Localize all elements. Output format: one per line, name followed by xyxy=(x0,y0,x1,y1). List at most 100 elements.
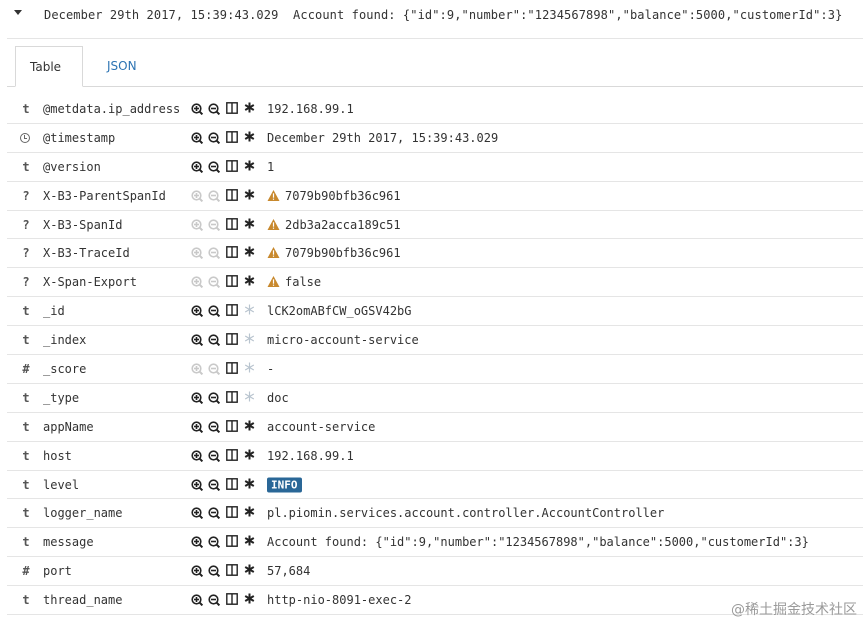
field-type-icon: # xyxy=(22,564,30,579)
toggle-column-icon[interactable] xyxy=(226,304,240,318)
filter-out-value-icon[interactable] xyxy=(207,102,221,116)
toggle-column-icon[interactable] xyxy=(226,593,240,607)
filter-for-value-icon[interactable] xyxy=(190,391,204,405)
toggle-column-icon[interactable] xyxy=(226,362,240,376)
toggle-column-icon[interactable] xyxy=(226,506,240,520)
field-name: @metdata.ip_address xyxy=(43,101,181,116)
filter-out-value-icon[interactable] xyxy=(207,131,221,145)
filter-out-value-icon[interactable] xyxy=(207,304,221,318)
filter-for-value-icon[interactable] xyxy=(190,506,204,520)
filter-exists-icon xyxy=(244,391,258,405)
filter-for-value-icon[interactable] xyxy=(190,304,204,318)
field-actions xyxy=(190,188,270,203)
filter-out-value-icon[interactable] xyxy=(207,593,221,607)
field-name: @timestamp xyxy=(43,130,116,145)
filter-exists-icon xyxy=(244,362,258,376)
field-actions xyxy=(190,102,270,116)
filter-for-value-icon[interactable] xyxy=(190,102,204,116)
field-type-icon: ? xyxy=(22,217,30,232)
field-value: 7079b90bfb36c961 xyxy=(285,188,401,203)
field-name: X-B3-TraceId xyxy=(43,246,130,261)
field-name: level xyxy=(43,477,80,492)
warning-icon xyxy=(267,276,281,289)
toggle-column-icon[interactable] xyxy=(226,102,240,116)
toggle-column-icon[interactable] xyxy=(226,130,240,145)
tab-json[interactable]: JSON xyxy=(93,46,151,86)
filter-for-value-icon[interactable] xyxy=(190,333,204,347)
filter-for-value-icon xyxy=(190,362,204,376)
filter-exists-icon[interactable] xyxy=(244,131,258,145)
toggle-column-icon[interactable] xyxy=(226,564,240,578)
field-actions xyxy=(190,593,270,607)
filter-exists-icon[interactable] xyxy=(244,478,258,492)
toggle-column-icon[interactable] xyxy=(226,419,240,434)
field-actions xyxy=(190,506,270,520)
field-value: Account found: {"id":9,"number":"1234567… xyxy=(267,535,809,550)
field-value: 192.168.99.1 xyxy=(267,448,354,463)
filter-for-value-icon[interactable] xyxy=(190,593,204,607)
filter-exists-icon[interactable] xyxy=(244,593,258,607)
field-type-icon: ? xyxy=(22,275,30,290)
filter-out-value-icon[interactable] xyxy=(207,160,221,174)
filter-out-value-icon xyxy=(207,218,221,232)
field-type-icon: # xyxy=(22,361,30,376)
toggle-column-icon[interactable] xyxy=(226,333,240,347)
filter-exists-icon xyxy=(244,333,258,347)
toggle-column-icon[interactable] xyxy=(226,448,240,463)
filter-for-value-icon[interactable] xyxy=(190,420,204,434)
field-value: 1 xyxy=(267,159,275,174)
filter-exists-icon[interactable] xyxy=(244,275,258,289)
toggle-column-icon[interactable] xyxy=(226,159,240,174)
clock-icon xyxy=(20,132,30,143)
filter-out-value-icon[interactable] xyxy=(207,449,221,463)
toggle-column-icon[interactable] xyxy=(226,188,240,203)
field-name: X-B3-ParentSpanId xyxy=(43,188,166,203)
field-name: logger_name xyxy=(43,506,123,521)
toggle-column-icon[interactable] xyxy=(226,275,240,289)
filter-exists-icon[interactable] xyxy=(244,449,258,463)
filter-out-value-icon[interactable] xyxy=(207,506,221,520)
field-type-icon: t xyxy=(22,593,30,608)
collapse-caret-icon[interactable] xyxy=(14,10,22,15)
field-actions xyxy=(190,390,270,405)
field-type-icon: t xyxy=(22,304,30,319)
toggle-column-icon[interactable] xyxy=(226,217,240,232)
toggle-column-icon[interactable] xyxy=(226,390,240,405)
toggle-column-icon[interactable] xyxy=(226,246,240,260)
filter-exists-icon[interactable] xyxy=(244,506,258,520)
filter-for-value-icon[interactable] xyxy=(190,160,204,174)
filter-exists-icon[interactable] xyxy=(244,564,258,578)
filter-out-value-icon[interactable] xyxy=(207,333,221,347)
filter-exists-icon[interactable] xyxy=(244,535,258,549)
field-type-icon: t xyxy=(22,159,30,174)
filter-exists-icon[interactable] xyxy=(244,102,258,116)
filter-exists-icon[interactable] xyxy=(244,218,258,232)
filter-exists-icon[interactable] xyxy=(244,246,258,260)
document-summary-bar[interactable]: December 29th 2017, 15:39:43.029 Account… xyxy=(0,0,863,32)
filter-exists-icon[interactable] xyxy=(244,420,258,434)
field-value: account-service xyxy=(267,419,376,434)
table-row: t message Account found: {"id":9,"number":… xyxy=(7,528,863,558)
filter-for-value-icon[interactable] xyxy=(190,449,204,463)
filter-for-value-icon[interactable] xyxy=(190,131,204,145)
filter-exists-icon[interactable] xyxy=(244,160,258,174)
field-table: t @metdata.ip_address 192.168.99.1 @timesta… xyxy=(7,95,863,616)
field-value: 7079b90bfb36c961 xyxy=(285,246,401,261)
toggle-column-icon[interactable] xyxy=(226,477,240,492)
filter-out-value-icon[interactable] xyxy=(207,420,221,434)
filter-exists-icon xyxy=(244,304,258,318)
table-row: # port 57,684 xyxy=(7,557,863,587)
toggle-column-icon[interactable] xyxy=(226,535,240,549)
filter-for-value-icon xyxy=(190,218,204,232)
filter-for-value-icon[interactable] xyxy=(190,535,204,549)
filter-out-value-icon[interactable] xyxy=(207,478,221,492)
filter-out-value-icon[interactable] xyxy=(207,391,221,405)
filter-out-value-icon[interactable] xyxy=(207,564,221,578)
filter-for-value-icon[interactable] xyxy=(190,564,204,578)
tab-table[interactable]: Table xyxy=(15,46,83,87)
table-row: t appName account-service xyxy=(7,413,863,442)
filter-exists-icon[interactable] xyxy=(244,189,258,203)
filter-for-value-icon[interactable] xyxy=(190,478,204,492)
table-row: t host 192.168.99.1 xyxy=(7,442,863,471)
filter-out-value-icon[interactable] xyxy=(207,535,221,549)
